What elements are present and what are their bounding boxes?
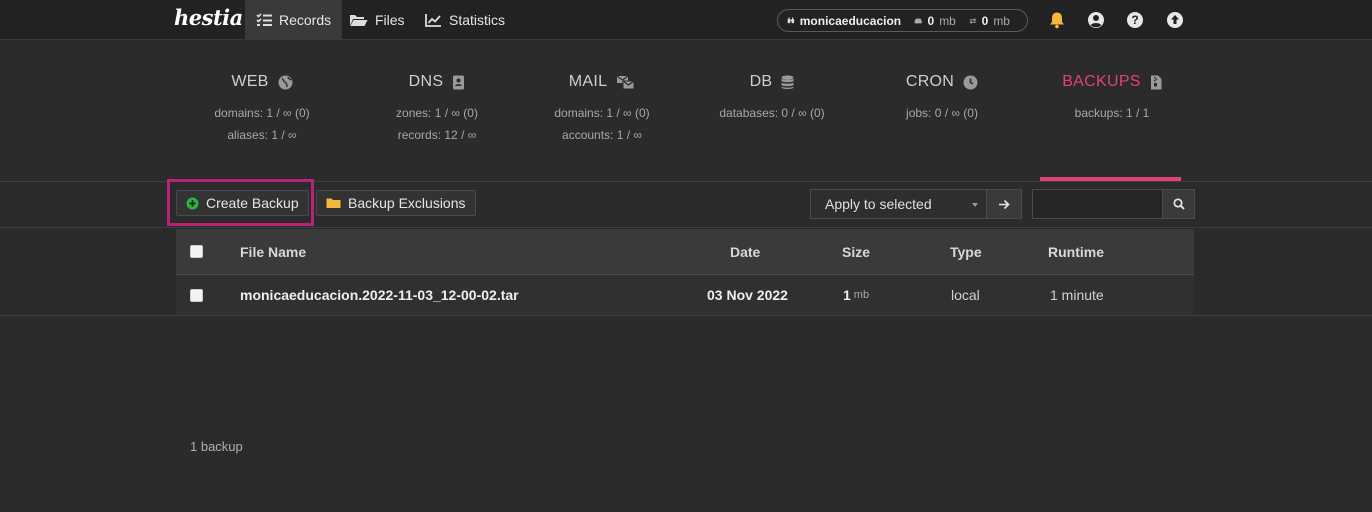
stat-cron-line-1: jobs: 0 / ∞ (0) xyxy=(906,106,978,120)
stat-db-title: DB xyxy=(749,73,773,90)
svg-text:?: ? xyxy=(1131,13,1138,27)
mail-bulk-icon xyxy=(616,75,635,89)
select-all-checkbox[interactable] xyxy=(190,245,203,258)
nav-statistics[interactable]: Statistics xyxy=(414,0,516,40)
backup-file-name[interactable]: monicaeducacion.2022-11-03_12-00-02.tar xyxy=(240,275,519,315)
stat-cron[interactable]: CRON jobs: 0 / ∞ (0) xyxy=(852,62,1032,124)
stat-backups[interactable]: BACKUPS backups: 1 / 1 xyxy=(1022,62,1202,124)
address-book-icon xyxy=(453,75,465,89)
nav-records-label: Records xyxy=(279,12,332,28)
backup-size-unit: mb xyxy=(853,289,870,301)
create-backup-label: Create Backup xyxy=(206,195,299,211)
nav-files-label: Files xyxy=(375,12,405,28)
divider-toolbar xyxy=(0,227,1372,228)
bell-icon[interactable] xyxy=(1048,11,1066,29)
username: monicaeducacion xyxy=(799,13,902,28)
stat-backups-line-1: backups: 1 / 1 xyxy=(1074,106,1150,120)
column-file-name[interactable]: File Name xyxy=(240,229,306,274)
search-input[interactable] xyxy=(1032,189,1163,219)
nav-statistics-label: Statistics xyxy=(449,12,506,28)
search-icon xyxy=(1172,198,1185,210)
backup-exclusions-button[interactable]: Backup Exclusions xyxy=(316,190,476,216)
nav-files[interactable]: Files xyxy=(338,0,416,40)
table-row[interactable]: monicaeducacion.2022-11-03_12-00-02.tar … xyxy=(176,275,1194,315)
stat-mail-title: MAIL xyxy=(568,73,608,90)
binoculars-icon xyxy=(787,17,795,24)
user-usage-pill[interactable]: monicaeducacion 0 mb 0 mb xyxy=(777,9,1028,32)
folder-icon xyxy=(326,198,341,208)
disk-usage-value: 0 xyxy=(927,13,935,28)
stat-web[interactable]: WEB domains: 1 / ∞ (0) aliases: 1 / ∞ xyxy=(172,62,352,146)
bandwidth-usage-unit: mb xyxy=(993,13,1010,28)
backup-size-value: 1 xyxy=(843,287,851,303)
plus-circle-icon xyxy=(186,197,199,209)
stat-db-line-1: databases: 0 / ∞ (0) xyxy=(719,106,825,120)
column-type[interactable]: Type xyxy=(950,229,982,274)
bandwidth-usage-value: 0 xyxy=(981,13,989,28)
database-icon xyxy=(781,75,794,89)
folder-open-icon xyxy=(350,15,368,26)
hard-drive-icon xyxy=(914,18,922,23)
divider-table-bottom xyxy=(0,315,1372,316)
stat-web-line-1: domains: 1 / ∞ (0) xyxy=(214,106,310,120)
column-size[interactable]: Size xyxy=(842,229,870,274)
backup-runtime: 1 minute xyxy=(1050,287,1104,303)
stat-web-title: WEB xyxy=(231,73,269,90)
row-checkbox[interactable] xyxy=(190,288,203,302)
search-button[interactable] xyxy=(1162,189,1195,219)
caret-down-icon xyxy=(972,203,978,207)
disk-usage-unit: mb xyxy=(939,13,956,28)
help-icon[interactable]: ? xyxy=(1126,11,1144,29)
user-circle-icon[interactable] xyxy=(1087,11,1105,29)
stat-dns[interactable]: DNS zones: 1 / ∞ (0) records: 12 / ∞ xyxy=(347,62,527,146)
clock-icon xyxy=(963,75,978,89)
list-check-icon xyxy=(256,13,272,26)
stat-dns-title: DNS xyxy=(408,73,444,90)
stat-db[interactable]: DB databases: 0 / ∞ (0) xyxy=(682,62,862,124)
bulk-action-select[interactable]: Apply to selected xyxy=(810,189,987,219)
top-bar: hestia Records Files Statistics monicaed… xyxy=(0,0,1372,40)
stat-mail[interactable]: MAIL domains: 1 / ∞ (0) accounts: 1 / ∞ xyxy=(512,62,692,146)
column-date[interactable]: Date xyxy=(730,229,760,274)
backup-exclusions-label: Backup Exclusions xyxy=(348,195,466,211)
exchange-icon xyxy=(969,17,977,24)
apply-bulk-action-button[interactable] xyxy=(986,189,1022,219)
chart-line-icon xyxy=(425,14,441,27)
stat-web-line-2: aliases: 1 / ∞ xyxy=(227,128,297,142)
backup-date: 03 Nov 2022 xyxy=(707,287,788,303)
bulk-action-selected: Apply to selected xyxy=(825,196,932,212)
nav-records[interactable]: Records xyxy=(245,0,343,40)
stat-mail-line-2: accounts: 1 / ∞ xyxy=(562,128,642,142)
column-runtime[interactable]: Runtime xyxy=(1048,229,1104,274)
backup-count: 1 backup xyxy=(190,439,243,454)
stat-cron-title: CRON xyxy=(905,73,955,90)
upload-icon[interactable] xyxy=(1166,11,1184,29)
hestia-logo[interactable]: hestia xyxy=(174,5,243,30)
stat-dns-line-2: records: 12 / ∞ xyxy=(397,128,477,142)
arrow-right-icon xyxy=(999,199,1010,209)
globe-icon xyxy=(278,75,293,89)
table-header: File Name Date Size Type Runtime xyxy=(176,229,1194,275)
stat-dns-line-1: zones: 1 / ∞ (0) xyxy=(396,106,478,120)
create-backup-button[interactable]: Create Backup xyxy=(176,190,309,216)
stat-backups-title: BACKUPS xyxy=(1062,73,1141,90)
backup-type: local xyxy=(951,287,980,303)
backup-size: 1 mb xyxy=(843,275,869,315)
file-archive-icon xyxy=(1150,75,1162,89)
stat-mail-line-1: domains: 1 / ∞ (0) xyxy=(554,106,650,120)
